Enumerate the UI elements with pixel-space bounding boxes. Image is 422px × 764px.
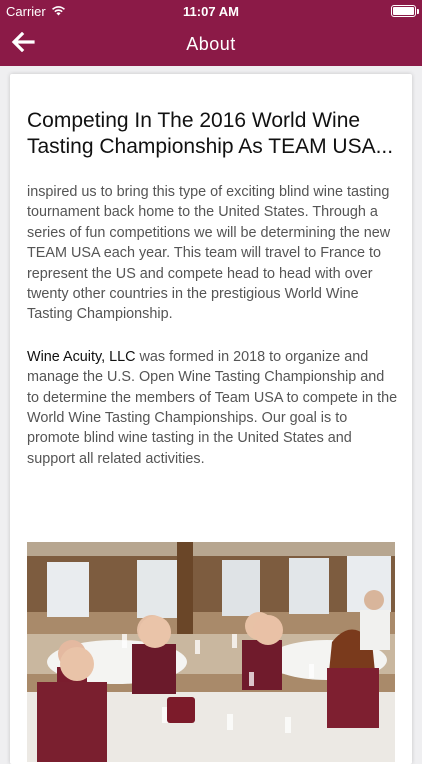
article-paragraph-1: inspired us to bring this type of exciti…	[27, 184, 391, 323]
status-time: 11:07 AM	[183, 4, 239, 19]
battery-icon	[391, 5, 419, 17]
navigation-bar: About	[0, 22, 422, 66]
company-name: Wine Acuity, LLC	[27, 348, 136, 365]
status-bar: Carrier 11:07 AM	[0, 0, 422, 22]
article-paragraph-2: Wine Acuity, LLC was formed in 2018 to o…	[27, 347, 399, 469]
page-title: About	[186, 34, 236, 54]
content-card: Competing In The 2016 World Wine Tasting…	[10, 74, 412, 764]
article-headline: Competing In The 2016 World Wine Tasting…	[27, 109, 394, 158]
article-content: Competing In The 2016 World Wine Tasting…	[27, 108, 399, 469]
article-paragraph-2-body: was formed in 2018 to organize and manag…	[27, 348, 398, 467]
team-photo	[27, 542, 395, 762]
